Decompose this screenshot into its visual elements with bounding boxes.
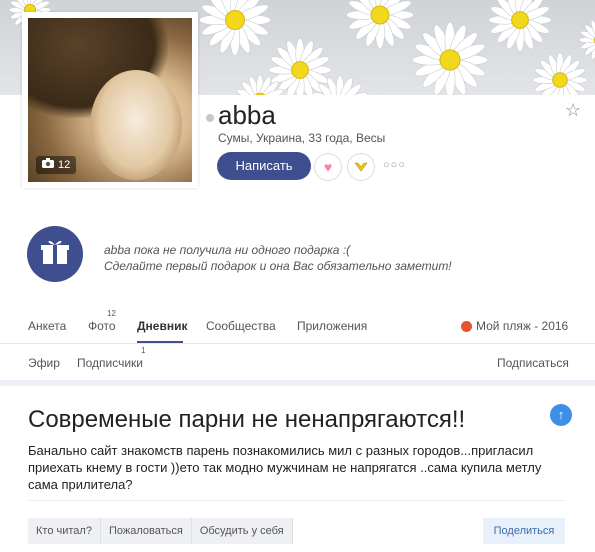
heart-button[interactable]: ♥: [314, 153, 342, 181]
report-button[interactable]: Пожаловаться: [100, 518, 192, 544]
more-options-icon[interactable]: ○○○: [383, 159, 406, 171]
tab-profile[interactable]: Анкета: [28, 319, 66, 333]
offline-status-dot: [206, 114, 214, 122]
subtab-followers[interactable]: Подписчики: [77, 356, 143, 370]
arrow-up-icon: ↑: [557, 407, 565, 422]
scroll-up-button[interactable]: ↑: [550, 404, 572, 426]
gift-icon: [41, 239, 69, 270]
post-text: Банально сайт знакомств парень познакоми…: [28, 443, 542, 492]
photo-count-badge[interactable]: 12: [36, 156, 77, 174]
divider: [0, 343, 595, 344]
vip-chevron-icon: [354, 159, 368, 175]
write-message-button[interactable]: Написать: [217, 152, 311, 180]
my-beach-link[interactable]: Мой пляж - 2016: [461, 319, 568, 333]
diary-post: Совремeные парни не ненапрягаются!! ↑ Ба…: [0, 386, 595, 552]
camera-icon: [42, 156, 54, 174]
avatar[interactable]: 12: [28, 18, 192, 182]
vip-button[interactable]: [347, 153, 375, 181]
tab-apps[interactable]: Приложения: [297, 319, 367, 333]
who-read-button[interactable]: Кто читал?: [28, 518, 101, 544]
post-divider: [28, 500, 566, 501]
profile-username: abba: [218, 100, 276, 130]
tab-photo[interactable]: Фото: [88, 319, 116, 333]
post-actions: Кто читал? Пожаловаться Обсудить у себя: [28, 518, 293, 544]
post-title: Совремeные парни не ненапрягаются!!: [28, 406, 466, 433]
subtab-feed[interactable]: Эфир: [28, 356, 60, 370]
tab-diary[interactable]: Дневник: [137, 319, 187, 333]
heart-icon: ♥: [323, 159, 333, 175]
profile-meta: Сумы, Украина, 33 года, Весы: [218, 131, 386, 145]
photo-count: 12: [58, 159, 71, 171]
tab-communities[interactable]: Сообщества: [206, 319, 276, 333]
discuss-button[interactable]: Обсудить у себя: [191, 518, 293, 544]
subscribe-link[interactable]: Подписаться: [497, 356, 569, 370]
share-button[interactable]: Поделиться: [483, 518, 565, 544]
gift-button[interactable]: [27, 226, 83, 282]
beach-icon: [461, 320, 472, 332]
gift-message: abba пока не получила ни одного подарка …: [104, 243, 452, 273]
favorite-star-icon[interactable]: ☆: [565, 100, 581, 121]
photo-tab-count: 12: [107, 309, 116, 318]
followers-count: 1: [141, 346, 146, 355]
avatar-frame[interactable]: 12: [22, 12, 198, 188]
